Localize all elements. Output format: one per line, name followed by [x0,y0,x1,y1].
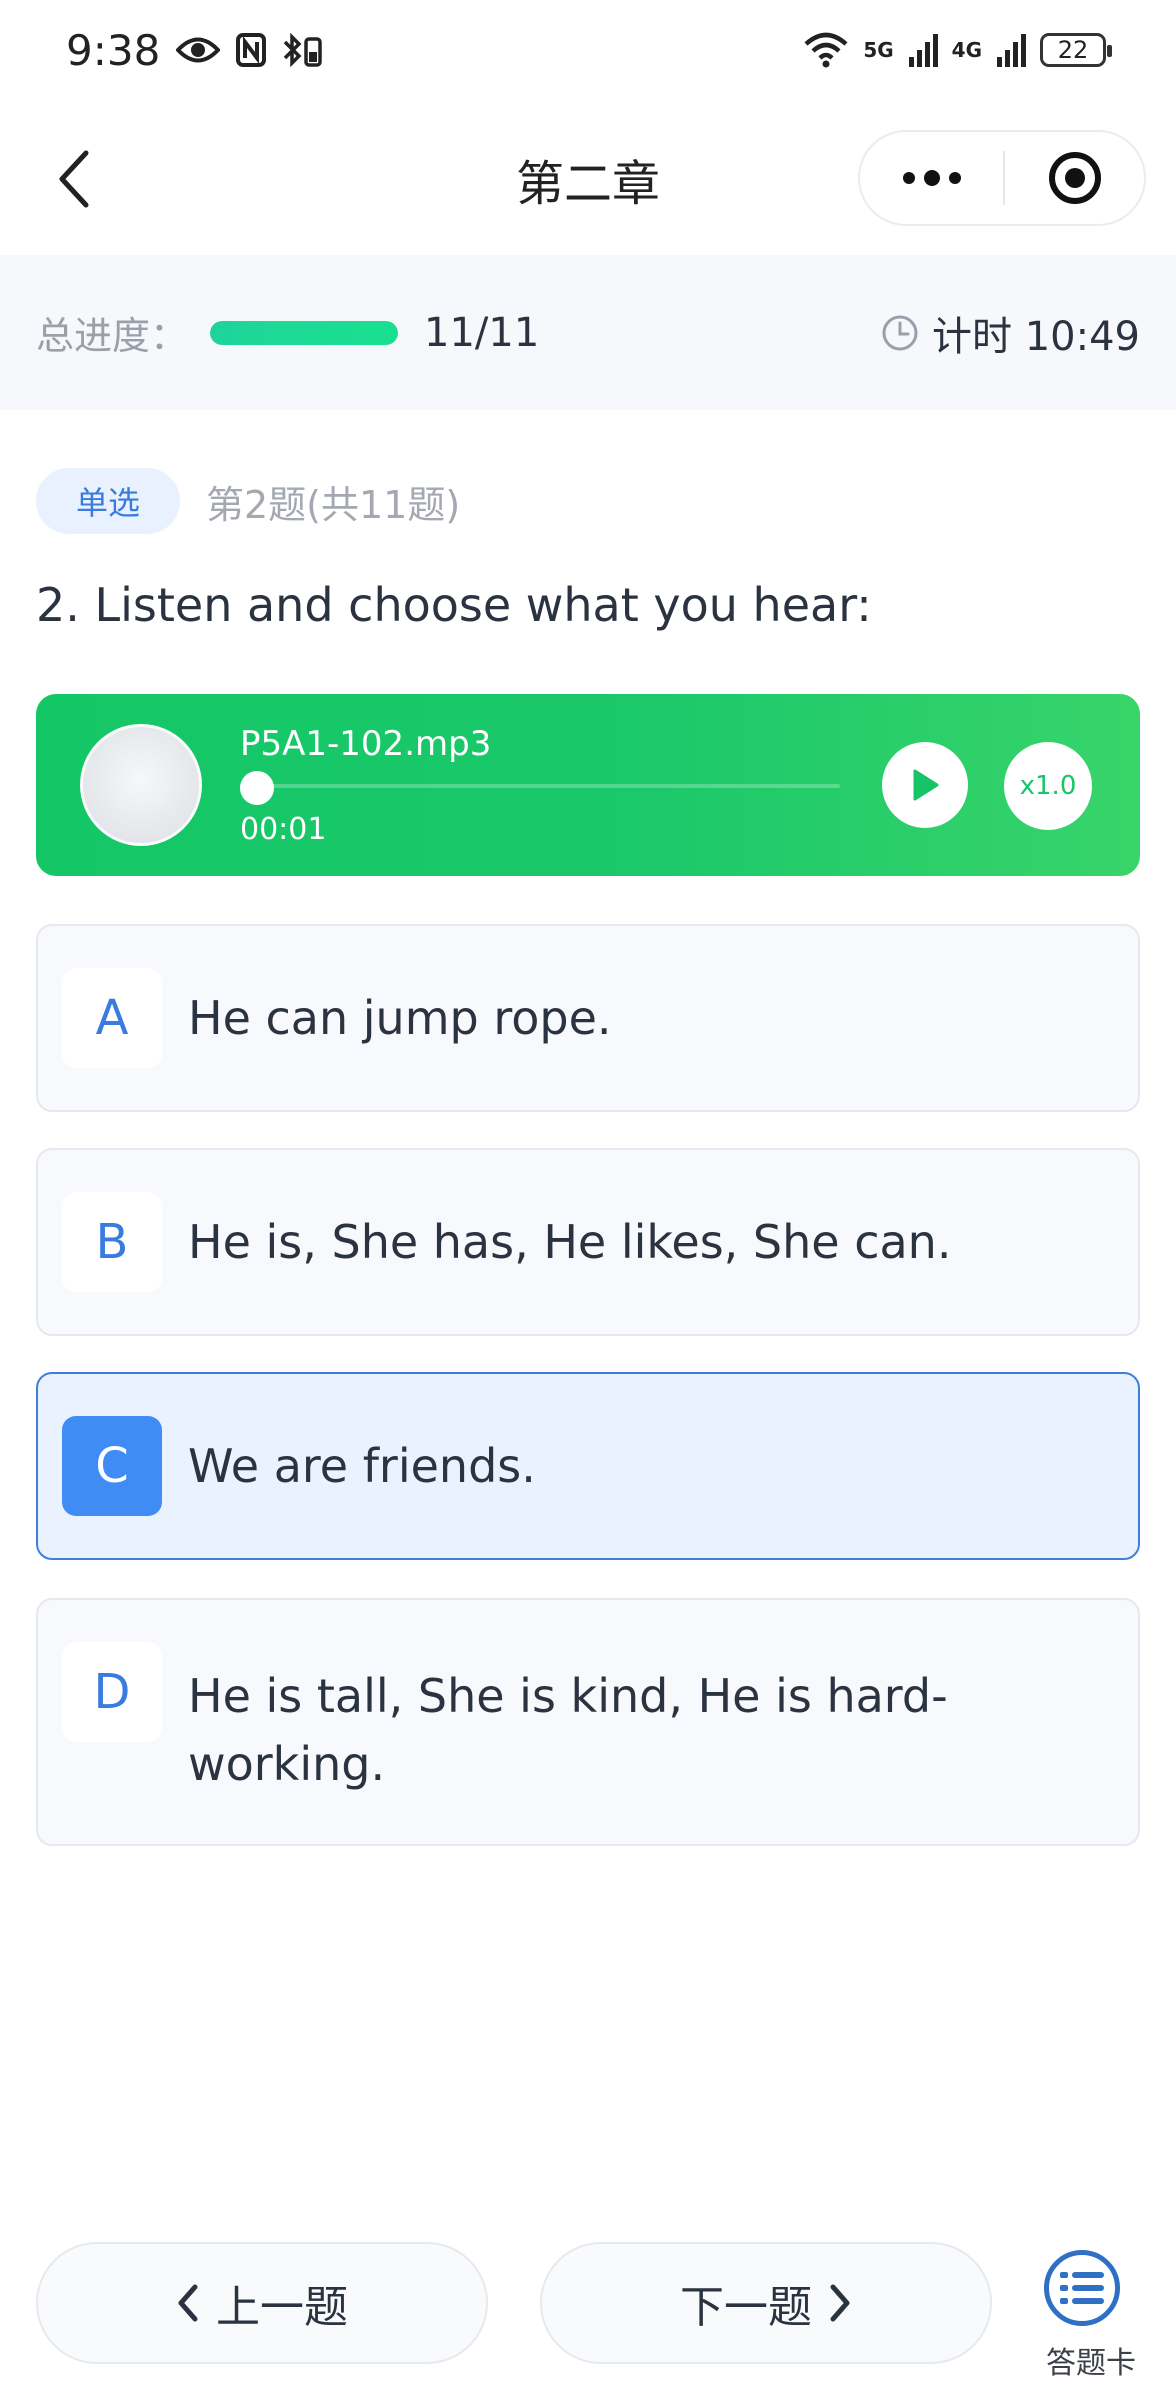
option-text: He is tall, She is kind, He is hard-work… [188,1669,948,1791]
more-button[interactable] [860,132,1003,224]
progress-bar [210,320,399,345]
next-question-button[interactable]: 下一题 [540,2242,992,2364]
option-d[interactable]: D He is tall, She is kind, He is hard-wo… [36,1598,1140,1846]
option-text: He can jump rope. [188,991,612,1045]
network-4g-label: 4G [951,38,982,62]
chevron-right-icon [830,2284,850,2322]
question-index: 第2题(共11题) [206,482,461,527]
progress-bar-fill [210,320,399,345]
progress-section: 总进度： 11/11 [36,305,539,360]
eye-icon [176,35,221,65]
battery-indicator: 22 [1040,33,1112,67]
next-question-label: 下一题 [680,2282,812,2333]
audio-progress-knob[interactable] [240,771,274,805]
question-header: 单选 第2题(共11题) [36,468,460,534]
option-letter: B [62,1192,162,1292]
option-a[interactable]: A He can jump rope. [36,924,1140,1112]
speed-button[interactable]: x1.0 [1004,742,1092,830]
prev-question-label: 上一题 [216,2282,348,2333]
prev-question-button[interactable]: 上一题 [36,2242,488,2364]
option-c[interactable]: C We are friends. [36,1372,1140,1560]
close-program-button[interactable] [1005,132,1144,224]
timer-text: 计时 10:49 [932,313,1140,360]
play-button[interactable] [882,742,968,828]
progress-strip: 总进度： 11/11 计时 10:49 [0,255,1176,410]
wifi-icon [803,32,849,68]
chevron-left-icon [178,2284,198,2322]
answer-sheet-label: 答题卡 [1046,2346,1136,2381]
progress-label: 总进度： [36,314,189,358]
question-type-badge: 单选 [36,468,180,534]
bluetooth-battery-icon [282,33,324,67]
audio-time: 00:01 [240,812,327,847]
network-5g-label: 5G [863,38,894,62]
signal-icon [908,33,938,67]
option-letter: D [62,1642,162,1742]
progress-count: 11/11 [424,309,540,356]
status-right: 5G 4G 22 [803,32,1112,68]
question-text: 2. Listen and choose what you hear: [36,578,872,632]
mini-program-capsule [858,130,1146,226]
option-text: He is, She has, He likes, She can. [188,1215,952,1269]
option-b[interactable]: B He is, She has, He likes, She can. [36,1148,1140,1336]
timer-section: 计时 10:49 [880,304,1140,362]
bottom-bar: 上一题 下一题 答题卡 [0,2206,1176,2400]
option-text: We are friends. [188,1439,536,1493]
status-time: 9:38 [66,25,161,75]
nfc-icon [236,33,267,67]
audio-player: P5A1-102.mp3 00:01 x1.0 [36,694,1140,876]
signal-icon-2 [996,33,1026,67]
audio-file-name: P5A1-102.mp3 [240,724,492,764]
audio-cover-avatar [80,724,202,846]
page: 9:38 5G 4G 22 第二章 总进度： 11/11 计时 10:49 单选… [0,0,1176,2400]
nav-bar: 第二章 [0,100,1176,255]
target-icon [1048,152,1101,204]
answer-sheet-icon [1044,2250,1120,2326]
play-icon [913,769,939,801]
option-letter: C [62,1416,162,1516]
audio-progress-track[interactable] [240,784,840,788]
more-dots-icon [902,170,961,186]
status-left: 9:38 [66,26,324,75]
status-bar: 9:38 5G 4G 22 [0,0,1176,100]
clock-icon [882,315,918,350]
option-letter: A [62,968,162,1068]
answer-sheet-button[interactable]: 答题卡 [1026,2242,1156,2382]
